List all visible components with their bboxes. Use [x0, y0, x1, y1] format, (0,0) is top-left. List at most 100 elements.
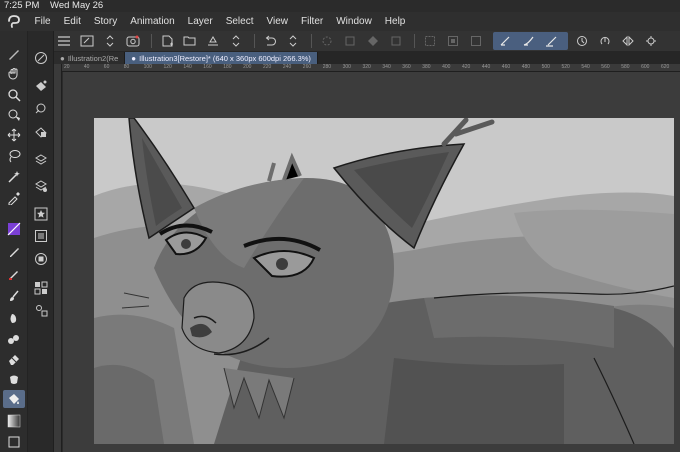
eyedropper-icon[interactable] — [3, 189, 25, 207]
menu-bar: File Edit Story Animation Layer Select V… — [0, 12, 680, 31]
crop-icon[interactable] — [386, 32, 406, 50]
lasso-icon[interactable] — [3, 147, 25, 165]
settings-icon[interactable] — [641, 32, 661, 50]
fill-icon[interactable] — [3, 390, 25, 408]
ruler-tick-label: 200 — [243, 64, 252, 70]
menu-view[interactable]: View — [260, 16, 295, 27]
new-document-icon[interactable] — [157, 32, 177, 50]
fill-icon[interactable] — [363, 32, 383, 50]
menu-story[interactable]: Story — [87, 16, 123, 27]
gradient-icon[interactable] — [3, 412, 25, 430]
toolbar-divider — [311, 34, 312, 48]
tab-label: Illustration3[Restore]* (640 x 360px 600… — [139, 53, 311, 63]
clear-icon[interactable] — [340, 32, 360, 50]
fill-bucket-icon[interactable] — [32, 77, 50, 95]
command-bar — [54, 31, 680, 51]
status-date: Wed May 26 — [50, 0, 104, 11]
view-rotate-icon[interactable] — [595, 32, 615, 50]
tab-illustration2[interactable]: ● Illustration2(Re — [54, 52, 126, 64]
ruler-tick-label: 120 — [163, 64, 172, 70]
updown-arrows-icon[interactable] — [100, 32, 120, 50]
ruler-tick-label: 40 — [83, 64, 90, 70]
deselect-icon[interactable] — [420, 32, 440, 50]
tab-illustration3[interactable]: ● Illustration3[Restore]* (640 x 360px 6… — [125, 52, 318, 64]
pen-icon[interactable] — [3, 243, 25, 261]
ruler-tick-label: 100 — [143, 64, 152, 70]
ruler-tick-label: 400 — [442, 64, 451, 70]
hand-icon[interactable] — [3, 65, 25, 83]
timeline-icon[interactable] — [32, 250, 50, 268]
save-icon[interactable] — [203, 32, 223, 50]
menu-window[interactable]: Window — [330, 16, 379, 27]
pen-tool-header-icon[interactable] — [3, 45, 25, 63]
blend-icon[interactable] — [3, 371, 25, 389]
move-icon[interactable] — [3, 126, 25, 144]
loading-icon[interactable] — [317, 32, 337, 50]
color-swatch-icon[interactable] — [3, 220, 25, 238]
status-time: 7:25 PM — [4, 0, 40, 11]
star-icon[interactable] — [32, 205, 50, 223]
invert-selection-icon[interactable] — [443, 32, 463, 50]
tab-dot-icon: ● — [60, 53, 65, 63]
undo-icon[interactable] — [260, 32, 280, 50]
menu-select[interactable]: Select — [219, 16, 260, 27]
brush-stabilizer-icon[interactable] — [519, 32, 539, 50]
selection-layer-icon[interactable] — [466, 32, 486, 50]
ruler-tick-label: 600 — [641, 64, 650, 70]
status-bar: 7:25 PM Wed May 26 — [0, 0, 680, 12]
ruler-tick-label: 240 — [282, 64, 292, 70]
ruler-tick-label: 360 — [402, 64, 411, 70]
close-gap-icon[interactable] — [32, 99, 50, 117]
ruler-tick-label: 520 — [561, 64, 570, 70]
menu-file[interactable]: File — [28, 16, 57, 27]
decoration-icon[interactable] — [3, 330, 25, 348]
stabilization-group[interactable] — [493, 32, 568, 50]
pencil-icon[interactable] — [3, 265, 25, 283]
pen-stabilizer-icon[interactable] — [496, 32, 516, 50]
material-icon[interactable] — [32, 227, 50, 245]
frame-icon[interactable] — [3, 433, 25, 451]
ruler-tick-label: 220 — [263, 64, 272, 70]
object-select-icon[interactable] — [3, 106, 25, 124]
tool-palette — [0, 31, 28, 452]
ruler-tick-label: 560 — [601, 64, 610, 70]
ruler-tick-label: 500 — [541, 64, 550, 70]
airbrush-icon[interactable] — [3, 309, 25, 327]
subtool-palette — [28, 31, 54, 452]
menu-edit[interactable]: Edit — [57, 16, 87, 27]
layer-stack-2-icon[interactable] — [32, 177, 50, 195]
open-document-icon[interactable] — [180, 32, 200, 50]
zoom-icon[interactable] — [3, 86, 25, 104]
ruler-tick-label: 540 — [581, 64, 590, 70]
quick-access-icon[interactable] — [77, 32, 97, 50]
settings-icon[interactable] — [32, 301, 50, 319]
menu-filter[interactable]: Filter — [294, 16, 329, 27]
eraser-icon[interactable] — [3, 350, 25, 368]
reference-fill-icon[interactable] — [32, 123, 50, 141]
updown-arrows-icon[interactable] — [226, 32, 246, 50]
artwork-canvas[interactable] — [94, 118, 674, 444]
ruler-tick-label: 300 — [342, 64, 351, 70]
updown-arrows-icon[interactable] — [283, 32, 303, 50]
pencil-stabilizer-icon[interactable] — [542, 32, 562, 50]
rotate-canvas-icon[interactable] — [572, 32, 592, 50]
grid-icon[interactable] — [32, 279, 50, 297]
ruler-tick-label: 460 — [501, 64, 511, 70]
ruler-tick-label: 320 — [362, 64, 371, 70]
app-logo-icon[interactable] — [0, 12, 28, 31]
ruler-tick-label: 620 — [661, 64, 670, 70]
ruler-tick-label: 140 — [183, 64, 192, 70]
companion-mode-icon[interactable] — [123, 32, 143, 50]
hamburger-menu-icon[interactable] — [54, 32, 74, 50]
menu-animation[interactable]: Animation — [124, 16, 181, 27]
menu-help[interactable]: Help — [378, 16, 412, 27]
magic-wand-icon[interactable] — [3, 168, 25, 186]
menu-layer[interactable]: Layer — [181, 16, 219, 27]
navigator-icon[interactable] — [32, 49, 50, 67]
tab-dot-icon: ● — [131, 53, 137, 63]
flip-horizontal-icon[interactable] — [618, 32, 638, 50]
ruler-horizontal: 20 40 60 80 100 120 140 160 180 200 220 240 260 280 30… — [62, 64, 680, 72]
brush-icon[interactable] — [3, 287, 25, 305]
layer-stack-icon[interactable] — [32, 151, 50, 169]
ruler-tick-label: 340 — [382, 64, 391, 70]
